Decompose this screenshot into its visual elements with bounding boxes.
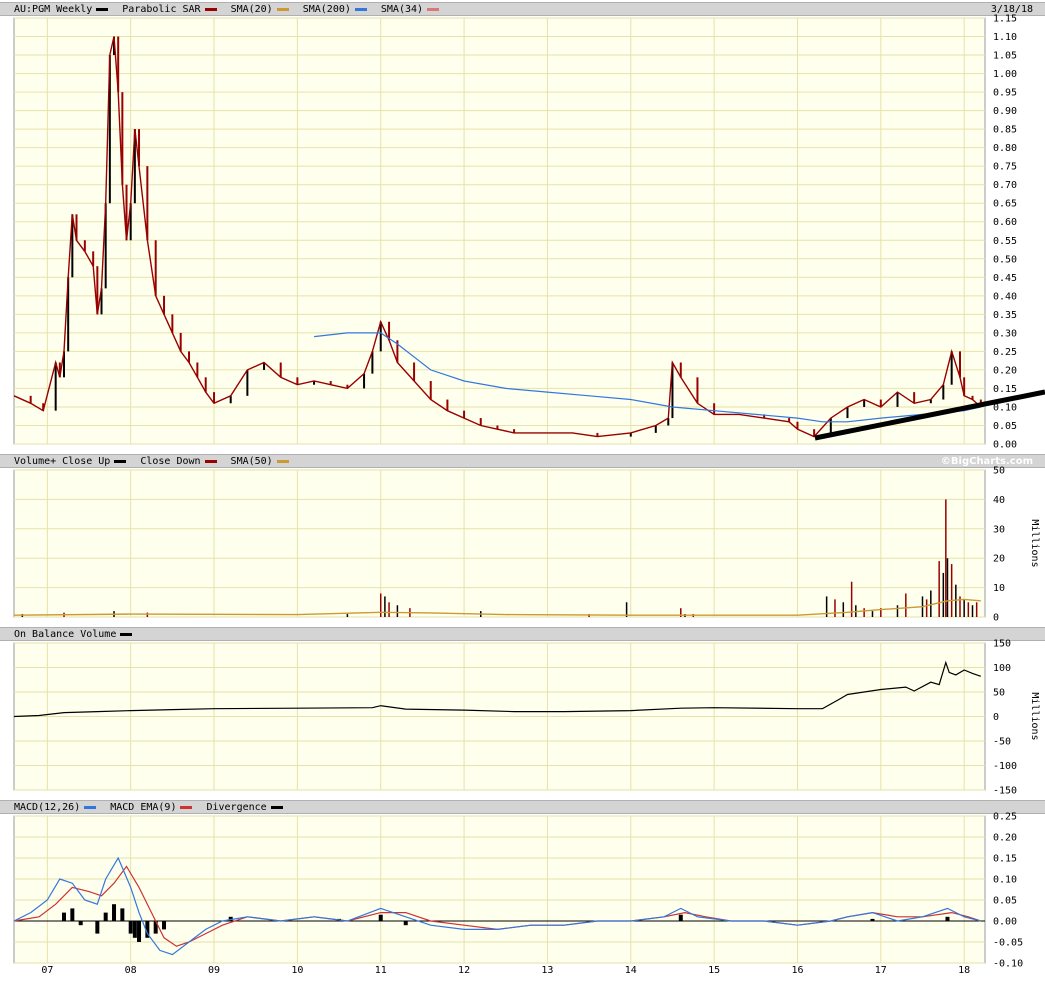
price-y-tick-label: 0.30 [993, 328, 1017, 339]
price-y-tick-label: 0.05 [993, 421, 1017, 432]
macd-y-tick-label: 0.10 [993, 875, 1017, 886]
chart-canvas: 0.00 0.05 0.10 0.15 0.20 0.25 0.30 0.35 0.40 0.45… [13, 14, 1045, 976]
price-y-tick-label: 0.90 [993, 106, 1017, 117]
macd-x-tick-label: 11 [375, 965, 387, 976]
price-y-tick-label: 0.50 [993, 254, 1017, 265]
obv-y-tick-label: 150 [993, 639, 1011, 650]
obv-y-tick-label: -100 [993, 761, 1017, 772]
macd-y-tick-label: 0.05 [993, 896, 1017, 907]
macd-y-tick-label: 0.25 [993, 812, 1017, 823]
price-y-tick-label: 0.95 [993, 88, 1017, 99]
obv-y-tick-label: 50 [993, 688, 1005, 699]
price-y-tick-label: 0.25 [993, 347, 1017, 358]
price-y-tick-label: 0.15 [993, 384, 1017, 395]
volume-y-tick-label: 0 [993, 613, 999, 624]
obv-y-tick-label: -50 [993, 737, 1011, 748]
macd-plot-area [13, 815, 986, 964]
volume-y-tick-label: 50 [993, 466, 1005, 477]
obv-y-axis-label: Millions [1029, 692, 1040, 740]
price-y-tick-label: 1.00 [993, 69, 1017, 80]
volume-plot-area [13, 469, 986, 618]
price-y-tick-label: 0.60 [993, 217, 1017, 228]
price-y-tick-label: 0.20 [993, 365, 1017, 376]
volume-y-axis-label: Millions [1029, 519, 1040, 567]
obv-y-tick-label: 0 [993, 712, 999, 723]
price-y-tick-label: 1.10 [993, 32, 1017, 43]
price-y-tick-label: 0.85 [993, 125, 1017, 136]
macd-x-tick-label: 09 [208, 965, 220, 976]
macd-y-tick-label: 0.00 [993, 917, 1017, 928]
macd-y-tick-label: -0.05 [993, 938, 1023, 949]
macd-y-tick-label: 0.20 [993, 833, 1017, 844]
price-y-tick-label: 0.65 [993, 199, 1017, 210]
price-y-tick-label: 0.00 [993, 440, 1017, 451]
price-y-tick-label: 1.15 [993, 14, 1017, 25]
macd-x-tick-label: 18 [958, 965, 970, 976]
price-y-tick-label: 0.55 [993, 236, 1017, 247]
macd-x-tick-label: 12 [458, 965, 470, 976]
volume-y-tick-label: 20 [993, 554, 1005, 565]
price-y-tick-label: 0.40 [993, 291, 1017, 302]
macd-x-tick-label: 08 [125, 965, 137, 976]
price-plot-area [13, 17, 986, 445]
macd-x-tick-label: 17 [875, 965, 887, 976]
macd-x-tick-label: 07 [41, 965, 53, 976]
obv-y-tick-label: 100 [993, 663, 1011, 674]
price-y-tick-label: 0.80 [993, 143, 1017, 154]
macd-x-tick-label: 16 [791, 965, 803, 976]
price-y-tick-label: 0.70 [993, 180, 1017, 191]
macd-x-tick-label: 10 [291, 965, 303, 976]
macd-y-tick-label: 0.15 [993, 854, 1017, 865]
macd-x-tick-label: 15 [708, 965, 720, 976]
volume-y-tick-label: 40 [993, 495, 1005, 506]
obv-y-tick-label: -150 [993, 786, 1017, 797]
price-y-tick-label: 1.05 [993, 51, 1017, 62]
price-y-tick-label: 0.35 [993, 310, 1017, 321]
macd-x-tick-label: 13 [541, 965, 553, 976]
price-y-tick-label: 0.75 [993, 162, 1017, 173]
macd-x-tick-label: 14 [625, 965, 637, 976]
price-y-tick-label: 0.45 [993, 273, 1017, 284]
volume-y-tick-label: 10 [993, 583, 1005, 594]
volume-y-tick-label: 30 [993, 524, 1005, 535]
macd-y-tick-label: -0.10 [993, 959, 1023, 970]
